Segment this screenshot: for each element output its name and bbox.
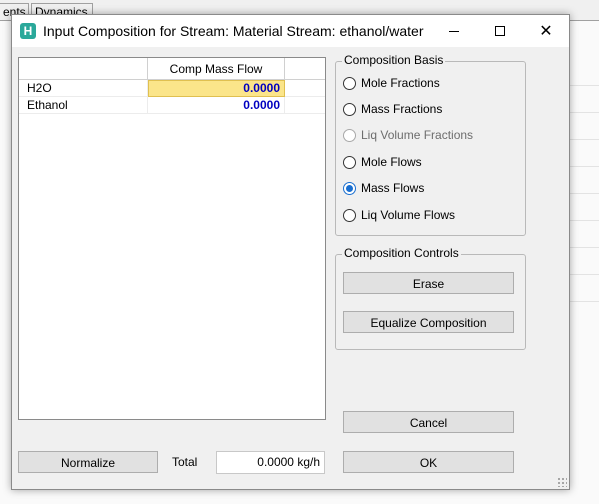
minimize-button[interactable] <box>431 15 477 47</box>
composition-basis-title: Composition Basis <box>342 53 446 67</box>
radio-label: Liq Volume Fractions <box>361 128 474 142</box>
normalize-button[interactable]: Normalize <box>18 451 158 473</box>
close-icon: ✕ <box>539 23 553 40</box>
radio-label: Liq Volume Flows <box>361 208 456 222</box>
radio-liq-volume-fractions: Liq Volume Fractions <box>343 128 473 142</box>
radio-label: Mass Fractions <box>361 102 443 116</box>
maximize-icon <box>495 26 505 36</box>
radio-mass-fractions[interactable]: Mass Fractions <box>343 102 442 116</box>
radio-mole-fractions[interactable]: Mole Fractions <box>343 76 440 90</box>
radio-label: Mass Flows <box>361 181 425 195</box>
table-row: Ethanol 0.0000 <box>19 96 325 114</box>
component-name-ethanol: Ethanol <box>19 96 148 114</box>
comp-mass-flow-cell-ethanol[interactable]: 0.0000 <box>147 96 285 114</box>
equalize-composition-button[interactable]: Equalize Composition <box>343 311 514 333</box>
empty-cell <box>284 96 325 114</box>
composition-basis-group: Composition Basis Mole Fractions Mass Fr… <box>335 53 526 236</box>
composition-controls-group: Composition Controls Erase Equalize Comp… <box>335 246 526 350</box>
row-header-corner <box>19 58 148 80</box>
dialog-titlebar[interactable]: H Input Composition for Stream: Material… <box>12 15 569 47</box>
radio-icon[interactable] <box>343 76 356 90</box>
column-header-comp-mass-flow[interactable]: Comp Mass Flow <box>147 58 285 80</box>
composition-grid[interactable]: Comp Mass Flow H2O 0.0000 Ethanol 0.0000 <box>18 57 326 420</box>
radio-icon[interactable] <box>343 102 356 116</box>
radio-selected-icon[interactable] <box>343 181 356 195</box>
radio-label: Mole Fractions <box>361 76 440 90</box>
total-label: Total <box>172 455 198 469</box>
component-name-h2o: H2O <box>19 79 148 97</box>
radio-mole-flows[interactable]: Mole Flows <box>343 155 422 169</box>
composition-controls-title: Composition Controls <box>342 246 461 260</box>
radio-icon[interactable] <box>343 155 356 169</box>
total-value-field: 0.0000 kg/h <box>216 451 325 474</box>
column-header-empty <box>284 58 325 80</box>
dialog-title: Input Composition for Stream: Material S… <box>43 23 424 39</box>
radio-icon <box>343 128 356 142</box>
comp-mass-flow-cell-h2o[interactable]: 0.0000 <box>147 79 285 97</box>
maximize-button[interactable] <box>477 15 523 47</box>
radio-icon[interactable] <box>343 208 356 222</box>
cancel-button[interactable]: Cancel <box>343 411 514 433</box>
background-grid <box>568 59 599 302</box>
table-row: H2O 0.0000 <box>19 79 325 97</box>
table-header-row: Comp Mass Flow <box>19 58 325 80</box>
resize-grip-icon[interactable] <box>557 477 567 487</box>
minimize-icon <box>449 30 459 32</box>
ok-button[interactable]: OK <box>343 451 514 473</box>
radio-mass-flows[interactable]: Mass Flows <box>343 181 424 195</box>
empty-cell <box>284 79 325 97</box>
composition-table: Comp Mass Flow H2O 0.0000 Ethanol 0.0000 <box>19 58 325 114</box>
close-button[interactable]: ✕ <box>523 15 569 47</box>
input-composition-dialog: H Input Composition for Stream: Material… <box>11 14 570 490</box>
app-logo-icon: H <box>20 23 36 39</box>
radio-liq-volume-flows[interactable]: Liq Volume Flows <box>343 208 455 222</box>
radio-label: Mole Flows <box>361 155 422 169</box>
erase-button[interactable]: Erase <box>343 272 514 294</box>
